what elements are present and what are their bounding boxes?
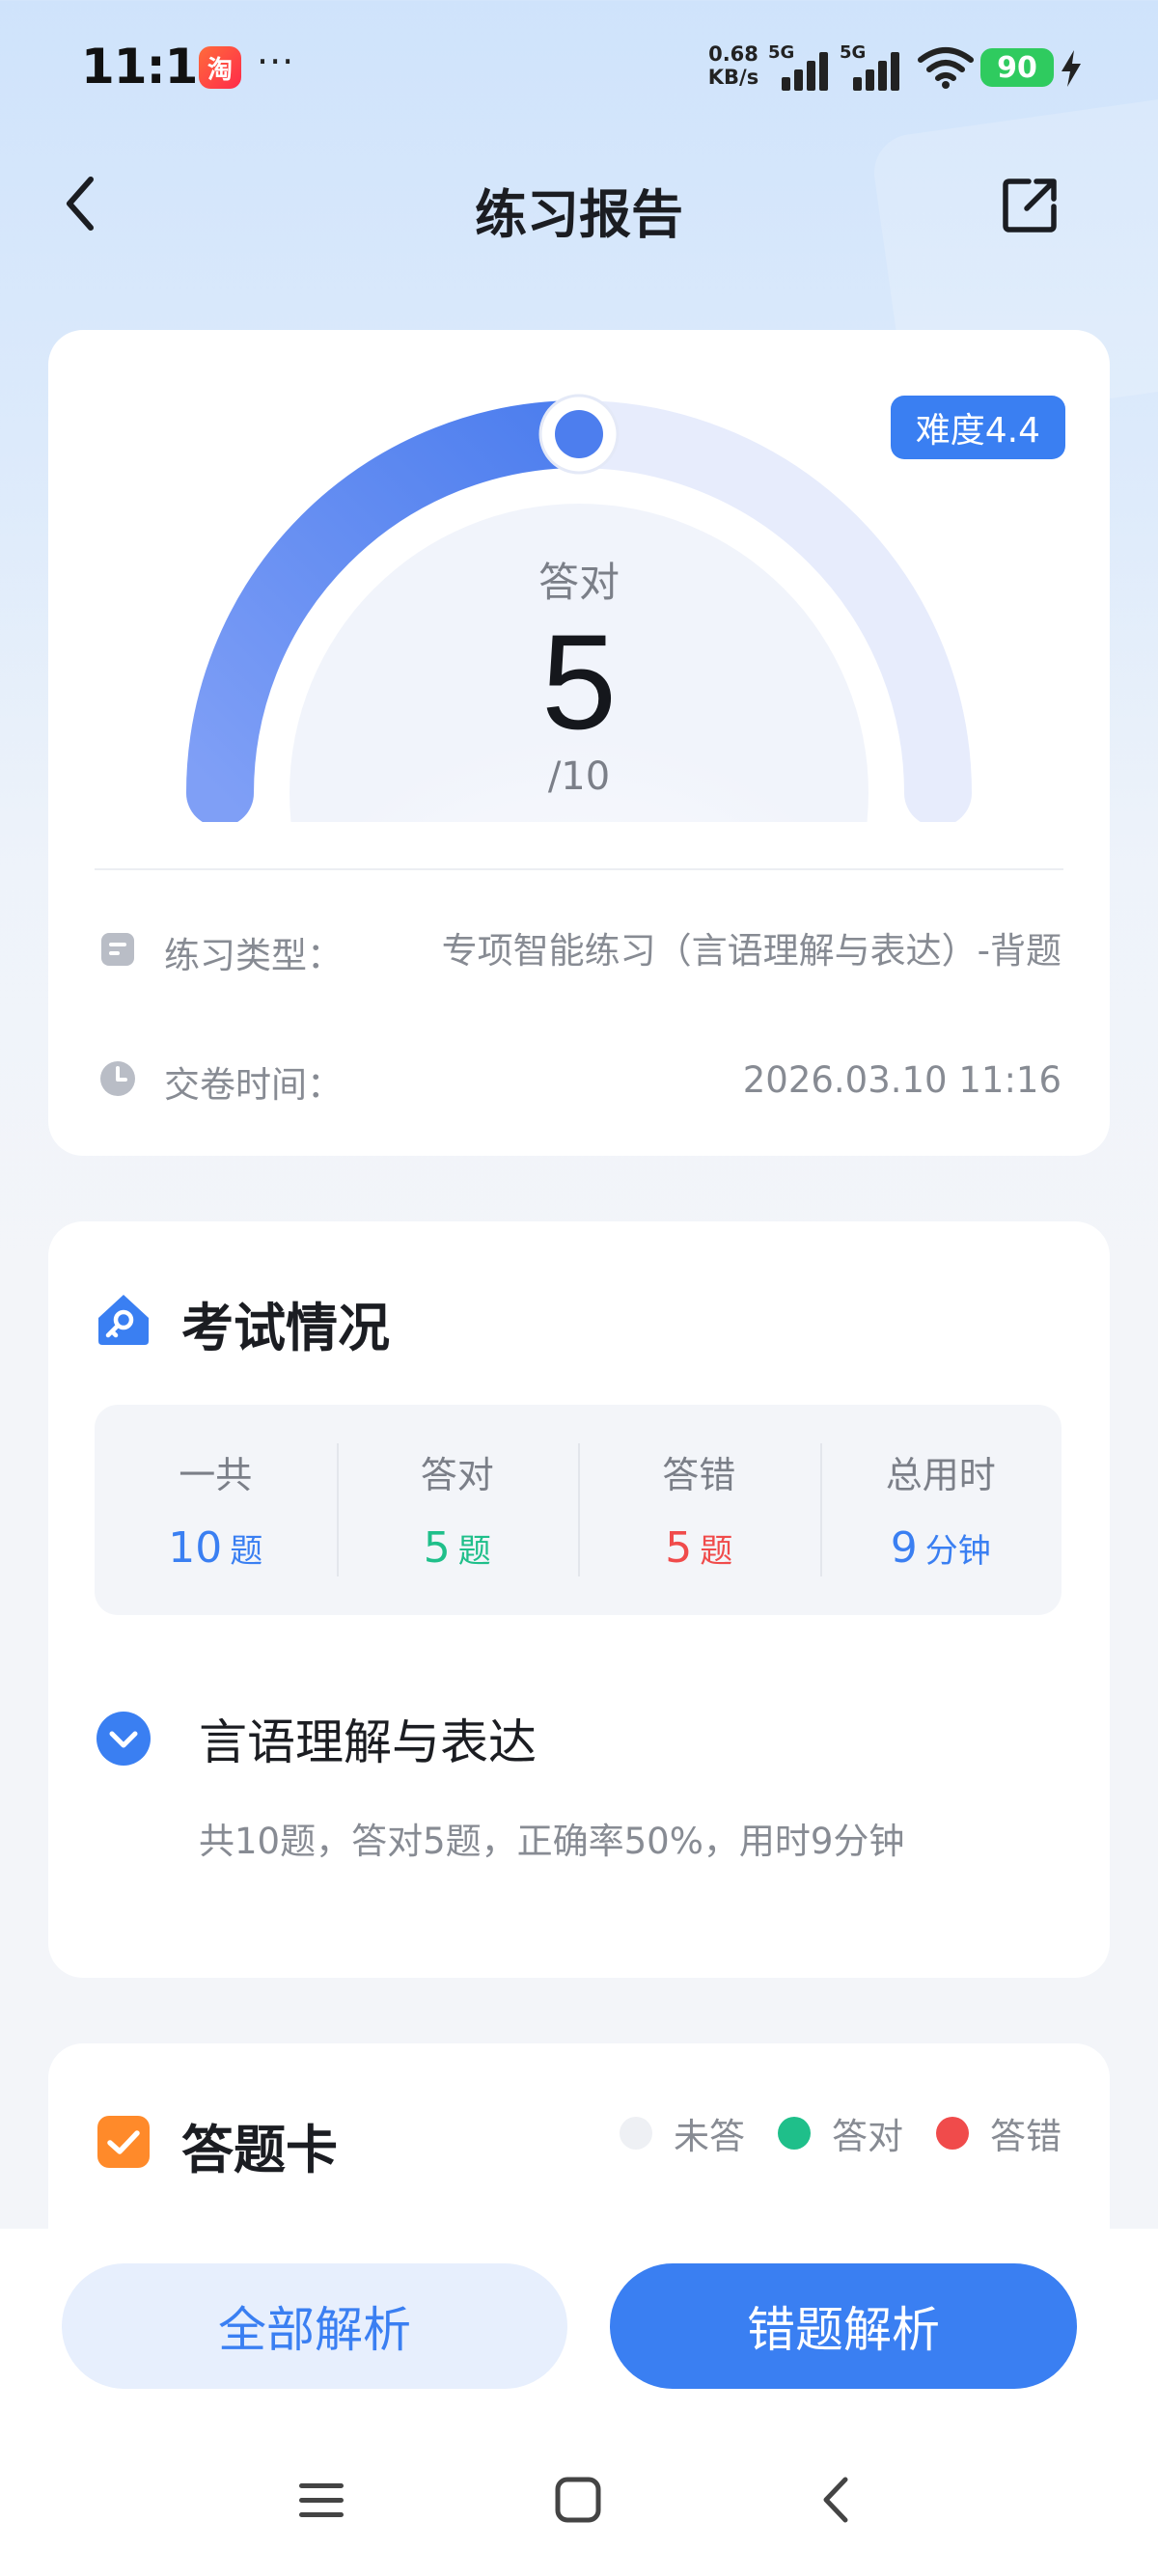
legend-unanswered-dot <box>620 2117 652 2150</box>
stat-correct-label: 答对 <box>420 1454 494 1496</box>
legend-wrong: 答错 <box>936 2107 1062 2159</box>
network-speed-unit: KB/s <box>707 66 759 89</box>
taobao-app-icon: 淘 <box>199 46 241 89</box>
all-analysis-button[interactable]: 全部解析 <box>62 2263 567 2389</box>
stat-total-label: 一共 <box>179 1454 253 1496</box>
report-card: 难度4.4 答对 5 /10 练习类型： 专项智能练习（言语理解与表达）-背题 <box>48 330 1110 1156</box>
submit-time-label: 交卷时间： <box>164 1064 343 1106</box>
cell-signal-icon-2: 5G <box>840 42 903 91</box>
legend-wrong-dot <box>936 2117 969 2150</box>
category-summary: 共10题，答对5题，正确率50%，用时9分钟 <box>199 1821 905 1862</box>
system-back-icon[interactable] <box>816 2474 855 2526</box>
charging-icon <box>1062 50 1081 87</box>
house-key-icon <box>98 1295 149 1345</box>
chevron-down-icon[interactable] <box>95 1710 152 1768</box>
wifi-icon <box>918 47 974 89</box>
total-count: /10 <box>547 754 611 799</box>
submit-time-value: 2026.03.10 11:16 <box>742 1059 1062 1101</box>
battery-level: 90 <box>997 50 1037 85</box>
legend-correct-dot <box>778 2117 811 2150</box>
exam-stats: 一共 10 题 答对 5题 答错 5题 总用时 9 分钟 <box>95 1405 1062 1615</box>
stat-duration-value: 9 <box>890 1523 918 1573</box>
legend-correct: 答对 <box>778 2107 903 2159</box>
signal-tag-1: 5G <box>768 42 795 63</box>
legend-unanswered-label: 未答 <box>674 2116 745 2157</box>
bottom-action-bar: 全部解析 错题解析 <box>0 2229 1158 2576</box>
wrong-analysis-button[interactable]: 错题解析 <box>610 2263 1077 2389</box>
exam-situation-card: 考试情况 一共 10 题 答对 5题 答错 5题 总用时 9 分钟 言语理解与表达 … <box>48 1221 1110 1978</box>
stat-total-unit: 题 <box>230 1532 263 1571</box>
stat-correct-value: 5 <box>423 1523 451 1573</box>
practice-type-value: 专项智能练习（言语理解与表达）-背题 <box>441 930 1062 972</box>
stat-duration-unit: 分钟 <box>924 1532 991 1571</box>
stat-correct: 答对 5题 <box>336 1405 579 1615</box>
stat-wrong-label: 答错 <box>662 1454 736 1496</box>
stat-wrong-unit: 题 <box>700 1532 733 1571</box>
network-speed-value: 0.68 <box>708 42 758 66</box>
exam-section-title: 考试情况 <box>181 1298 390 1358</box>
stat-total-value: 10 <box>168 1523 223 1573</box>
home-icon[interactable] <box>554 2476 602 2524</box>
menu-icon[interactable] <box>297 2480 345 2522</box>
submit-time-row: 交卷时间： 2026.03.10 11:16 <box>98 1055 1062 1113</box>
stat-duration: 总用时 9 分钟 <box>819 1405 1062 1615</box>
more-notifications-icon: ··· <box>257 41 295 83</box>
practice-type-label: 练习类型： <box>164 935 343 976</box>
page-title: 练习报告 <box>475 184 683 245</box>
signal-tag-2: 5G <box>840 42 867 63</box>
category-title: 言语理解与表达 <box>199 1714 537 1770</box>
document-icon <box>101 933 134 966</box>
practice-type-row: 练习类型： 专项智能练习（言语理解与表达）-背题 <box>98 926 1062 1032</box>
battery-icon: 90 <box>980 48 1054 87</box>
legend-wrong-label: 答错 <box>990 2116 1062 2157</box>
legend-correct-label: 答对 <box>832 2116 903 2157</box>
answer-legend: 未答 答对 答错 <box>587 2107 1062 2159</box>
stat-wrong: 答错 5题 <box>578 1405 820 1615</box>
cell-signal-icon: 5G <box>768 42 832 91</box>
divider <box>95 868 1063 870</box>
network-speed: 0.68 KB/s <box>704 42 762 89</box>
legend-unanswered: 未答 <box>620 2107 745 2159</box>
checkbox-icon <box>97 2116 150 2168</box>
taobao-app-label: 淘 <box>207 55 233 85</box>
stat-duration-label: 总用时 <box>885 1454 996 1496</box>
clock-icon <box>100 1061 135 1096</box>
correct-count: 5 <box>541 606 617 757</box>
status-bar: 11:16 淘 ··· 0.68 KB/s 5G 5G 90 <box>0 0 1158 145</box>
stat-total: 一共 10 题 <box>95 1405 337 1615</box>
share-icon[interactable] <box>1000 174 1062 235</box>
stat-correct-unit: 题 <box>457 1532 491 1571</box>
stat-wrong-value: 5 <box>665 1523 693 1573</box>
answer-section-title: 答题卡 <box>181 2120 338 2180</box>
gauge-label: 答对 <box>538 559 620 606</box>
gauge-knob-center <box>555 410 603 458</box>
